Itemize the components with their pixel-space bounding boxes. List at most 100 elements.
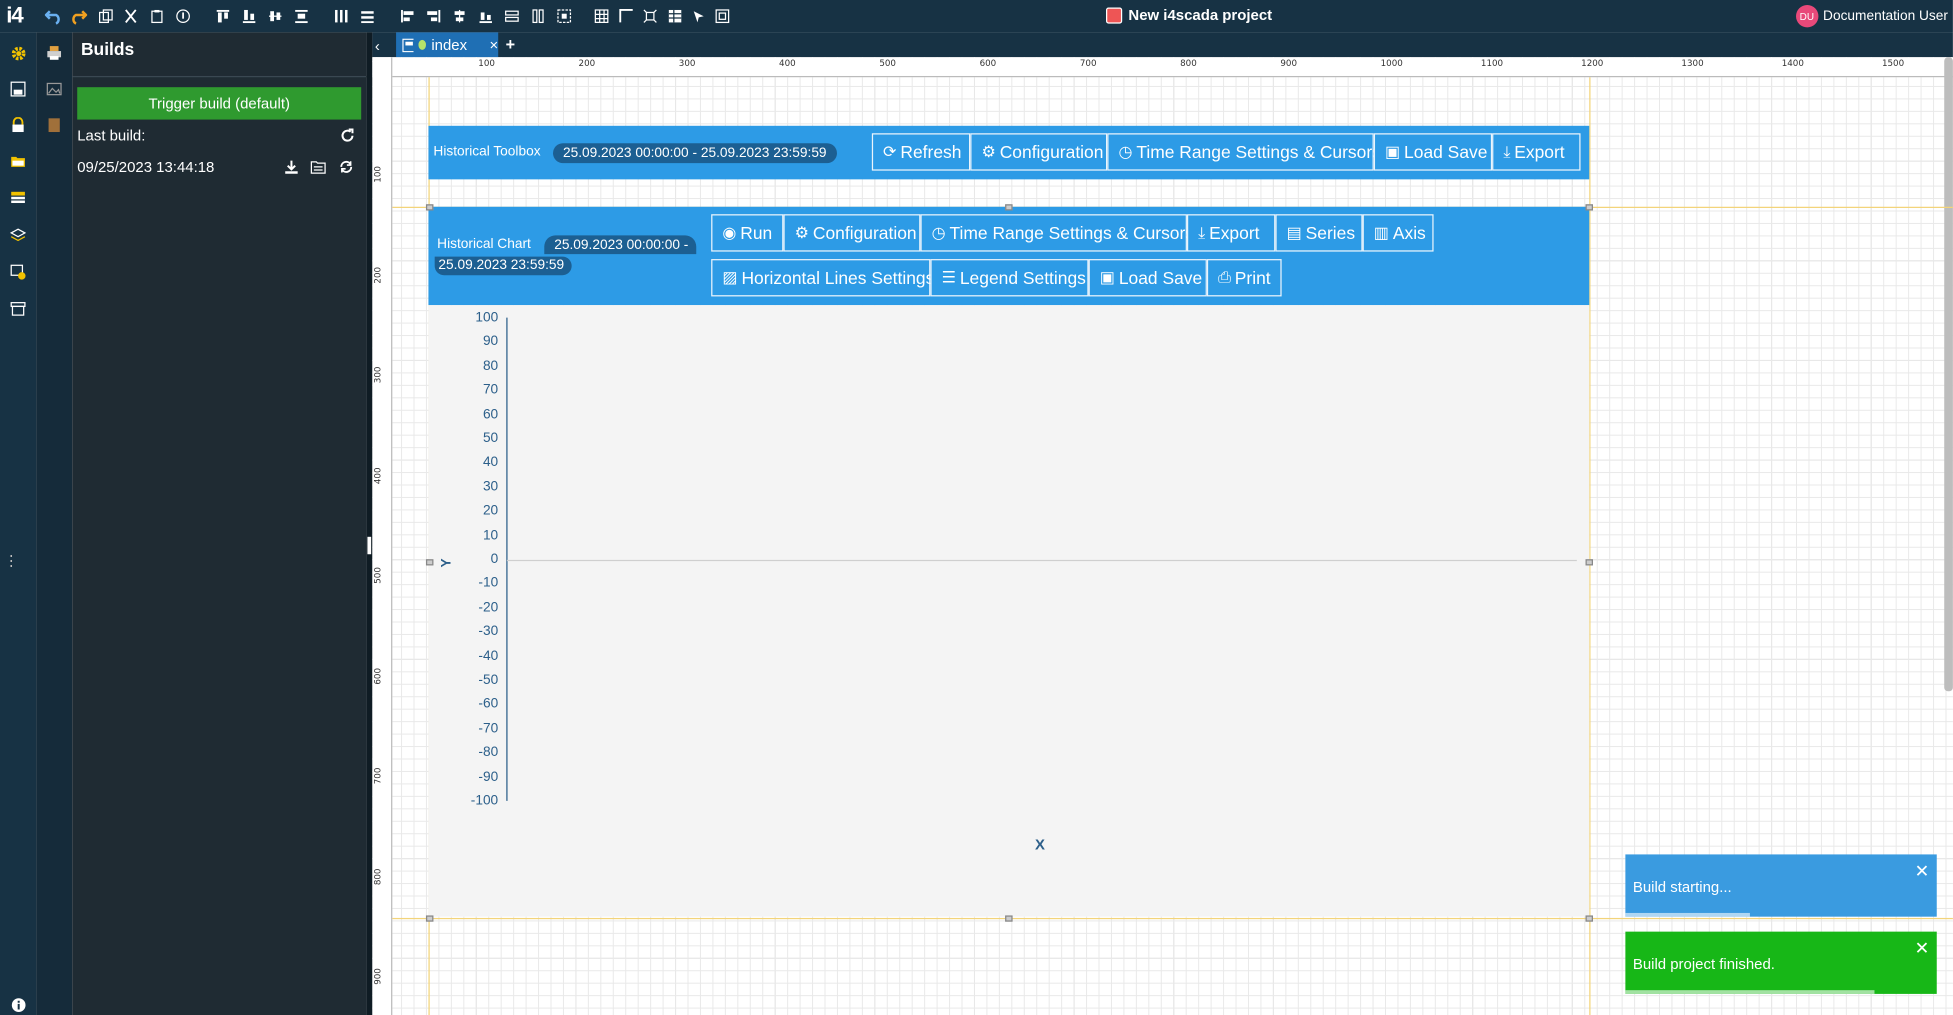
export-icon: ⤓ — [1503, 141, 1511, 161]
distribute-vertical-icon[interactable] — [291, 6, 311, 26]
chart-horizontal-lines-settings-button[interactable]: ▨ Horizontal Lines Settings — [711, 259, 934, 297]
folder-open-icon[interactable] — [7, 151, 28, 172]
tabs-back-icon[interactable]: ‹ — [375, 37, 380, 54]
chart-print-button[interactable]: ⎙ Print — [1206, 259, 1282, 297]
add-tab-button[interactable]: + — [506, 35, 515, 54]
snap-icon[interactable] — [640, 6, 660, 26]
same-height-icon[interactable] — [528, 6, 548, 26]
image-icon[interactable] — [44, 78, 65, 99]
align-left-icon[interactable] — [397, 6, 417, 26]
undo-icon[interactable] — [44, 6, 64, 26]
trigger-build-button[interactable]: Trigger build (default) — [77, 87, 362, 120]
paste-icon[interactable] — [147, 6, 167, 26]
button-label: Run — [740, 222, 773, 243]
collapse-handle-icon[interactable]: ⋮ — [4, 552, 19, 569]
close-icon[interactable]: ✕ — [1915, 861, 1930, 882]
build-printer-icon[interactable] — [44, 42, 65, 63]
ruler-icon[interactable] — [617, 6, 637, 26]
copy-icon[interactable] — [96, 6, 116, 26]
chart-series-button[interactable]: ▤ Series — [1275, 214, 1363, 252]
y-tick-label: 90 — [482, 334, 499, 350]
download-icon[interactable] — [284, 159, 299, 174]
align-right-icon[interactable] — [423, 6, 443, 26]
layers-icon[interactable] — [7, 225, 28, 246]
chart-time-range-start: 25.09.2023 00:00:00 - — [544, 235, 696, 255]
distribute-rows-icon[interactable] — [357, 6, 377, 26]
resize-handle[interactable] — [425, 204, 434, 211]
y-tick-label: 70 — [482, 382, 499, 398]
database-icon[interactable] — [7, 187, 28, 208]
y-tick-label: -100 — [470, 793, 499, 809]
archive-icon[interactable] — [7, 298, 28, 319]
sync-icon[interactable] — [339, 159, 354, 174]
ruler-label: 100 — [373, 166, 384, 183]
resize-handle[interactable] — [1005, 915, 1013, 922]
grid-icon[interactable] — [592, 6, 612, 26]
y-tick-label: -40 — [478, 648, 499, 664]
document-icon[interactable] — [44, 115, 65, 136]
resize-handle[interactable] — [1585, 204, 1593, 211]
tab-index[interactable]: index × — [396, 32, 499, 58]
project-title: New i4scada project — [1106, 6, 1272, 24]
toolbox-export-button[interactable]: ⤓ Export — [1492, 133, 1581, 171]
series-icon: ▤ — [1286, 222, 1302, 242]
align-bottom-icon[interactable] — [239, 6, 259, 26]
button-label: Legend Settings — [959, 267, 1086, 288]
resize-handle[interactable] — [425, 915, 434, 922]
about-info-icon[interactable] — [7, 994, 28, 1015]
y-tick-label: 10 — [482, 527, 499, 543]
align-top-icon[interactable] — [213, 6, 233, 26]
redo-icon[interactable] — [69, 6, 89, 26]
user-name: Documentation User — [1823, 8, 1948, 24]
configuration-icon: ⚙ — [794, 222, 810, 242]
close-icon[interactable]: ✕ — [1915, 938, 1930, 959]
toast-message: Build starting... — [1632, 878, 1732, 896]
chart-time-range-end: 25.09.2023 23:59:59 — [434, 256, 572, 276]
ruler-label: 400 — [373, 466, 384, 484]
toolbox-time-range-settings-and-cursors-button[interactable]: ◷ Time Range Settings & Cursors — [1107, 133, 1381, 171]
user-menu[interactable]: DU Documentation User — [1795, 4, 1948, 28]
table-icon[interactable] — [665, 6, 685, 26]
settings-gear-icon[interactable] — [7, 42, 28, 63]
chart-export-button[interactable]: ⤓ Export — [1186, 214, 1276, 252]
save-disk-icon[interactable] — [7, 78, 28, 99]
chart-run-button[interactable]: ◉ Run — [711, 214, 784, 252]
same-size-icon[interactable] — [554, 6, 574, 26]
ruler-label: 900 — [1280, 58, 1298, 69]
resize-handle[interactable] — [1585, 915, 1593, 922]
same-width-icon[interactable] — [502, 6, 522, 26]
align-baseline-icon[interactable] — [476, 6, 496, 26]
load-save-icon: ▣ — [1384, 141, 1401, 161]
refresh-icon: ⟳ — [883, 141, 897, 161]
resize-handle[interactable] — [1005, 204, 1013, 211]
toolbox-configuration-button[interactable]: ⚙ Configuration — [970, 133, 1108, 171]
chart-load-save-button[interactable]: ▣ Load Save — [1088, 259, 1207, 297]
cut-icon[interactable] — [121, 6, 141, 26]
fit-screen-icon[interactable] — [712, 6, 732, 26]
builds-title: Builds — [80, 38, 135, 59]
toast-notification: Build project finished. ✕ — [1625, 931, 1937, 994]
pointer-icon[interactable] — [689, 6, 709, 26]
resize-handle[interactable] — [425, 559, 434, 566]
ruler-label: 600 — [373, 667, 384, 685]
toolbox-refresh-button[interactable]: ⟳ Refresh — [871, 133, 971, 171]
tab-close-icon[interactable]: × — [489, 36, 498, 53]
align-center-icon[interactable] — [450, 6, 470, 26]
chart-legend-settings-button[interactable]: ☰ Legend Settings — [930, 259, 1089, 297]
chart-configuration-button[interactable]: ⚙ Configuration — [783, 214, 921, 252]
distribute-columns-icon[interactable] — [331, 6, 351, 26]
resize-handle[interactable] — [1585, 559, 1593, 566]
refresh-icon[interactable] — [340, 128, 355, 143]
export-icon[interactable] — [7, 262, 28, 283]
ruler-label: 500 — [373, 567, 384, 584]
chart-label: Historical Chart — [437, 236, 531, 252]
align-middle-icon[interactable] — [265, 6, 285, 26]
chart-axis-button[interactable]: ▥ Axis — [1362, 214, 1434, 252]
canvas-scrollbar[interactable] — [1944, 57, 1953, 692]
info-icon[interactable] — [173, 6, 193, 26]
print-icon: ⎙ — [1218, 267, 1232, 287]
toolbox-load-save-button[interactable]: ▣ Load Save — [1373, 133, 1493, 171]
deploy-folder-icon[interactable] — [310, 159, 326, 174]
lock-icon[interactable] — [7, 115, 28, 136]
chart-time-range-settings-and-cursors-button[interactable]: ◷ Time Range Settings & Cursors — [920, 214, 1194, 252]
